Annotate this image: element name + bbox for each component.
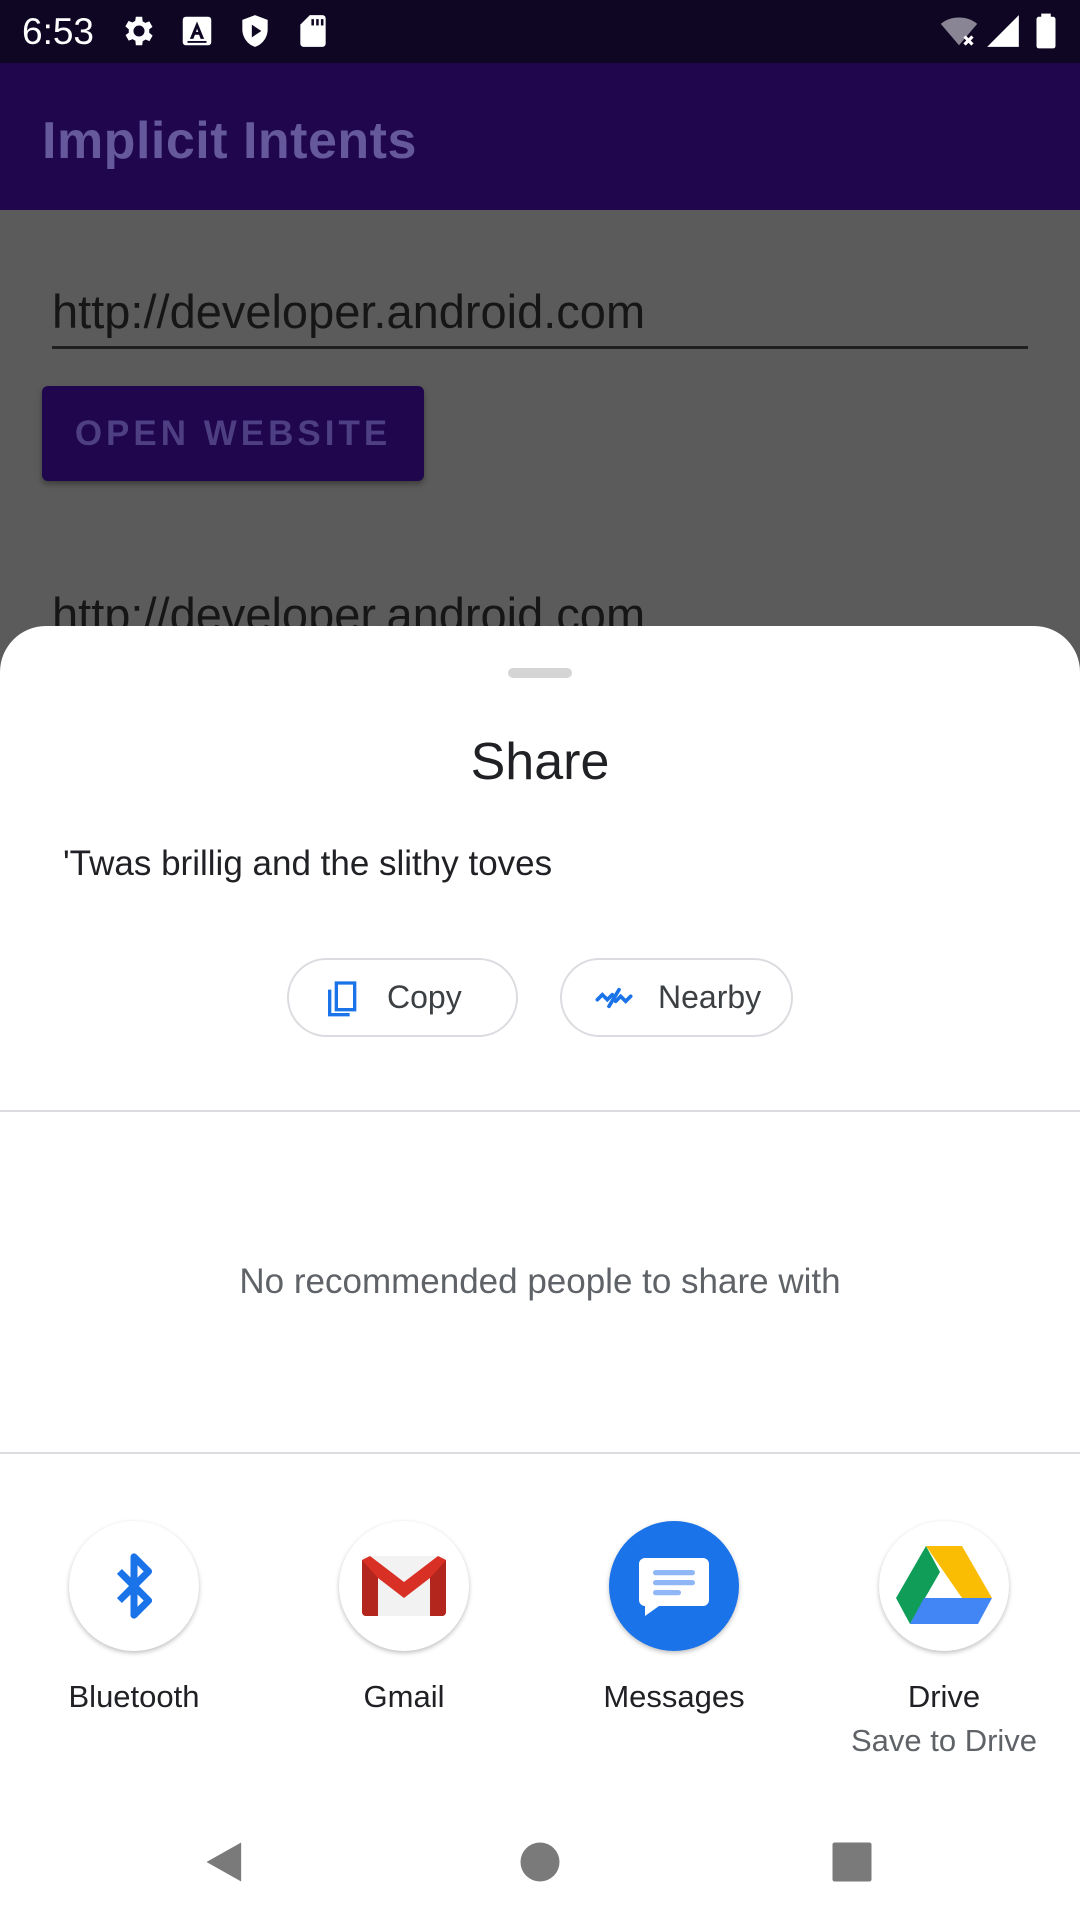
messages-label: Messages (603, 1679, 745, 1714)
bluetooth-label: Bluetooth (68, 1679, 200, 1714)
status-time: 6:53 (22, 11, 95, 52)
share-target-bluetooth[interactable]: Bluetooth (34, 1521, 234, 1717)
back-icon[interactable] (200, 1836, 252, 1888)
divider-bottom (0, 1452, 1080, 1454)
gmail-label: Gmail (363, 1679, 445, 1714)
share-title: Share (470, 733, 610, 791)
battery-icon (1036, 13, 1056, 49)
home-icon[interactable] (514, 1836, 566, 1888)
recents-icon[interactable] (826, 1836, 878, 1888)
nearby-label: Nearby (658, 979, 762, 1015)
divider-top (0, 1110, 1080, 1112)
nearby-icon (595, 987, 633, 1008)
wifi-off-icon (940, 17, 978, 46)
gmail-icon (339, 1521, 469, 1651)
share-sheet: Share 'Twas brillig and the slithy toves… (0, 626, 1080, 1920)
no-people-message: No recommended people to share with (239, 1262, 841, 1301)
bluetooth-icon (69, 1521, 199, 1651)
shield-play-icon (242, 15, 268, 47)
app-title: Implicit Intents (42, 112, 417, 170)
sd-card-icon (300, 15, 326, 47)
copy-button[interactable]: Copy (287, 958, 518, 1037)
drive-sublabel: Save to Drive (850, 1723, 1038, 1758)
drag-handle[interactable] (508, 668, 572, 678)
share-target-messages[interactable]: Messages (574, 1521, 774, 1717)
drive-icon (879, 1521, 1009, 1651)
share-target-gmail[interactable]: Gmail (304, 1521, 504, 1717)
shared-text-preview: 'Twas brillig and the slithy toves (63, 844, 553, 883)
navigation-bar (0, 1800, 1080, 1920)
app-content: http://developer.android.com OPEN WEBSIT… (0, 210, 1080, 641)
status-bar: 6:53 (0, 0, 1080, 63)
messages-icon (609, 1521, 739, 1651)
copy-label: Copy (387, 979, 462, 1015)
open-website-button[interactable]: OPEN WEBSITE (42, 386, 424, 481)
copy-icon (328, 980, 357, 1016)
a-box-icon (182, 16, 212, 46)
settings-icon (125, 16, 153, 46)
drive-label: Drive (907, 1679, 981, 1714)
share-target-drive[interactable]: Drive Save to Drive (844, 1521, 1044, 1761)
signal-icon (987, 15, 1019, 47)
app-bar: Implicit Intents (0, 63, 1080, 210)
nearby-button[interactable]: Nearby (560, 958, 793, 1037)
url-input[interactable]: http://developer.android.com (52, 278, 1028, 349)
